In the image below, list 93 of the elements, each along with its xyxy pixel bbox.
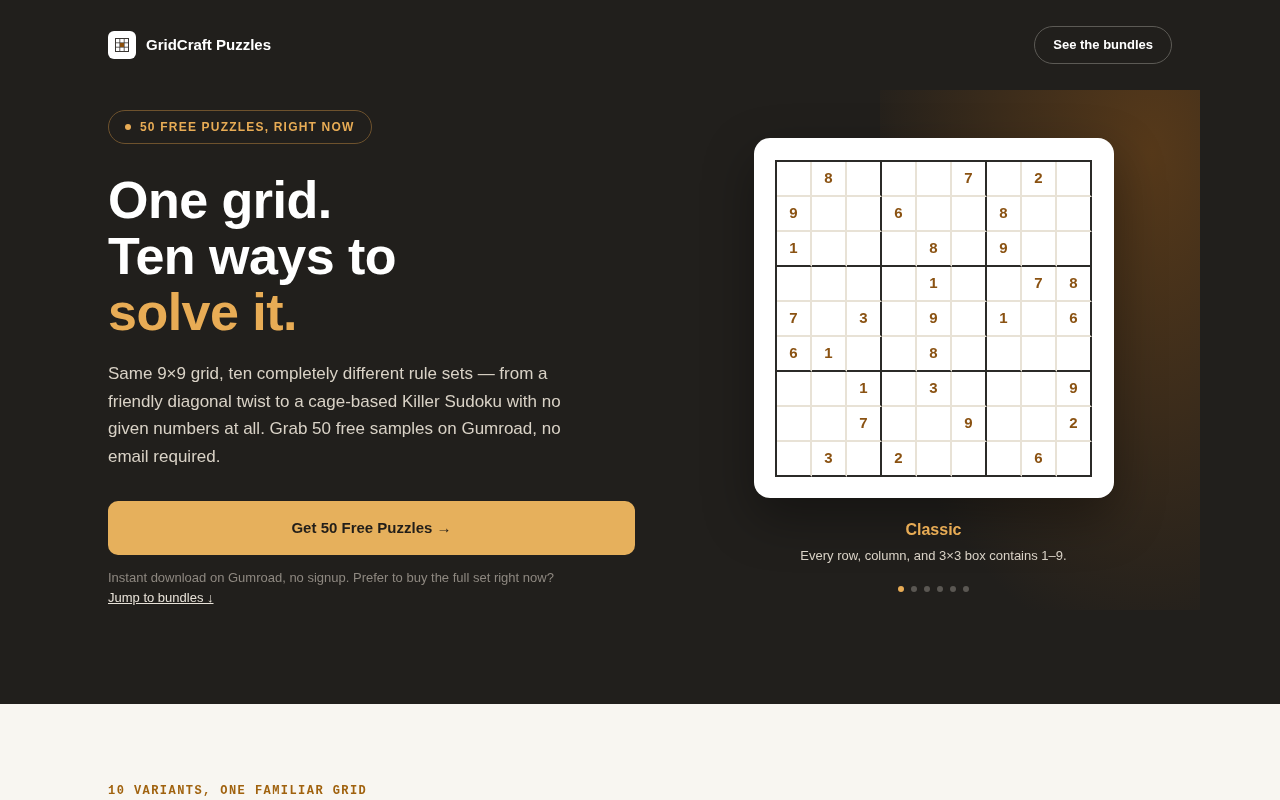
sudoku-cell bbox=[882, 266, 917, 302]
sudoku-cell bbox=[952, 371, 987, 407]
headline-line: One grid. bbox=[108, 172, 332, 228]
sudoku-cell bbox=[987, 406, 1022, 442]
sudoku-cell: 8 bbox=[917, 336, 952, 372]
sudoku-cell bbox=[952, 231, 987, 267]
sudoku-cell: 3 bbox=[847, 301, 882, 337]
get-free-puzzles-button[interactable]: Get 50 Free Puzzles → bbox=[108, 501, 635, 555]
sudoku-cell: 3 bbox=[917, 371, 952, 407]
sudoku-cell bbox=[952, 336, 987, 372]
sudoku-cell bbox=[987, 336, 1022, 372]
sudoku-cell bbox=[952, 441, 987, 477]
sudoku-cell bbox=[812, 266, 847, 302]
jump-to-bundles-link[interactable]: Jump to bundles ↓ bbox=[108, 590, 214, 605]
sudoku-cell bbox=[1022, 406, 1057, 442]
sudoku-cell: 1 bbox=[987, 301, 1022, 337]
sudoku-cell bbox=[847, 441, 882, 477]
sudoku-cell: 6 bbox=[882, 196, 917, 232]
sudoku-cell: 1 bbox=[777, 231, 812, 267]
sudoku-cell: 7 bbox=[952, 161, 987, 197]
sudoku-cell bbox=[882, 301, 917, 337]
sudoku-cell: 9 bbox=[917, 301, 952, 337]
sudoku-cell bbox=[882, 161, 917, 197]
sudoku-cell bbox=[882, 336, 917, 372]
sudoku-cell: 7 bbox=[777, 301, 812, 337]
sudoku-cell bbox=[777, 406, 812, 442]
sudoku-cell bbox=[917, 161, 952, 197]
sudoku-cell: 6 bbox=[1057, 301, 1092, 337]
sudoku-cell: 2 bbox=[1022, 161, 1057, 197]
sudoku-cell: 2 bbox=[882, 441, 917, 477]
sudoku-cell: 9 bbox=[952, 406, 987, 442]
sudoku-cell bbox=[812, 371, 847, 407]
sudoku-cell bbox=[812, 406, 847, 442]
sudoku-cell bbox=[1057, 441, 1092, 477]
sudoku-cell bbox=[812, 196, 847, 232]
sudoku-cell bbox=[1022, 231, 1057, 267]
sudoku-cell: 1 bbox=[812, 336, 847, 372]
brand-name: GridCraft Puzzles bbox=[146, 34, 272, 55]
sudoku-cell bbox=[777, 266, 812, 302]
sudoku-cell bbox=[917, 406, 952, 442]
sudoku-cell: 8 bbox=[1057, 266, 1092, 302]
sudoku-cell bbox=[777, 441, 812, 477]
sudoku-cell: 7 bbox=[847, 406, 882, 442]
grid-logo-icon bbox=[108, 31, 136, 59]
download-note: Instant download on Gumroad, no signup. Prefer to buy the full set right now? Jump to bundles ↓ bbox=[108, 569, 555, 607]
sudoku-cell bbox=[847, 266, 882, 302]
sudoku-cell: 9 bbox=[987, 231, 1022, 267]
sudoku-cell bbox=[987, 266, 1022, 302]
dot-icon bbox=[125, 124, 131, 130]
badge-text: 50 FREE PUZZLES, RIGHT NOW bbox=[140, 119, 355, 136]
sudoku-cell bbox=[1057, 231, 1092, 267]
sudoku-cell: 8 bbox=[917, 231, 952, 267]
sudoku-cell bbox=[882, 406, 917, 442]
sudoku-cell bbox=[1057, 196, 1092, 232]
sudoku-cell bbox=[812, 301, 847, 337]
hero-description: Same 9×9 grid, ten completely different rule sets — from a friendly diagonal twist to a cage-based Killer Sudoku with no given numbers at all. Grab 50 free samples on Gumroad, no email required. bbox=[108, 363, 562, 468]
sudoku-cell bbox=[882, 371, 917, 407]
sudoku-cell bbox=[952, 266, 987, 302]
sudoku-cell bbox=[1022, 336, 1057, 372]
sudoku-cell bbox=[952, 301, 987, 337]
section-eyebrow: 10 VARIANTS, ONE FAMILIAR GRID bbox=[108, 784, 368, 798]
sudoku-cell bbox=[1057, 336, 1092, 372]
sudoku-cell bbox=[882, 231, 917, 267]
sudoku-cell bbox=[847, 196, 882, 232]
sudoku-cell: 1 bbox=[847, 371, 882, 407]
sudoku-cell bbox=[1022, 301, 1057, 337]
variant-title: Classic bbox=[905, 520, 962, 540]
sudoku-cell: 9 bbox=[777, 196, 812, 232]
sudoku-cell bbox=[987, 441, 1022, 477]
sudoku-cell bbox=[917, 441, 952, 477]
sudoku-cell bbox=[847, 336, 882, 372]
sudoku-cell bbox=[847, 231, 882, 267]
sudoku-cell bbox=[777, 371, 812, 407]
sudoku-cell bbox=[917, 196, 952, 232]
sudoku-cell: 3 bbox=[812, 441, 847, 477]
sudoku-cell bbox=[987, 371, 1022, 407]
sudoku-cell: 6 bbox=[777, 336, 812, 372]
headline-line: Ten ways to bbox=[108, 228, 397, 284]
sudoku-cell bbox=[952, 196, 987, 232]
sudoku-cell: 8 bbox=[987, 196, 1022, 232]
sudoku-cell: 9 bbox=[1057, 371, 1092, 407]
variant-caption: Every row, column, and 3×3 box contains 1–9. bbox=[800, 547, 1067, 565]
sudoku-cell: 1 bbox=[917, 266, 952, 302]
sudoku-cell bbox=[1022, 371, 1057, 407]
sudoku-cell bbox=[777, 161, 812, 197]
sudoku-cell bbox=[1022, 196, 1057, 232]
sudoku-cell bbox=[812, 231, 847, 267]
sudoku-cell: 7 bbox=[1022, 266, 1057, 302]
sudoku-cell: 2 bbox=[1057, 406, 1092, 442]
headline-line: solve it. bbox=[108, 284, 297, 340]
sudoku-cell: 6 bbox=[1022, 441, 1057, 477]
sudoku-cell: 8 bbox=[812, 161, 847, 197]
sudoku-cell bbox=[987, 161, 1022, 197]
